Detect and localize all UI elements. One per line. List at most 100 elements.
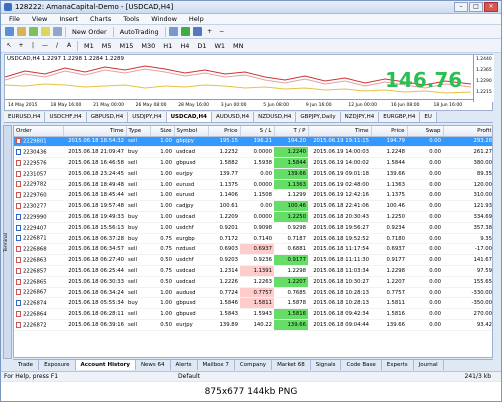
chart-tab[interactable]: NZDJPY,H4: [340, 112, 380, 122]
chart-tab[interactable]: GBPJPY,Daily: [296, 112, 341, 122]
terminal-tab[interactable]: Alerts: [171, 360, 198, 370]
table-row[interactable]: 2226871 2015.06.18 06:37:28 buy 0.75 eurgbp 0…: [14, 233, 492, 245]
terminal-tab[interactable]: Signals: [311, 360, 342, 370]
zoom-in-button[interactable]: +: [205, 27, 215, 37]
timeframe-h4[interactable]: H4: [177, 41, 192, 51]
candles-button[interactable]: [181, 27, 191, 37]
chart-tab[interactable]: EURGBP,H4: [379, 112, 421, 122]
menu-item-charts[interactable]: Charts: [84, 15, 117, 23]
table-row[interactable]: 2226865 2015.06.18 06:30:33 sell 0.50 usdcad…: [14, 276, 492, 288]
chart-tab[interactable]: NZDUSD,H4: [254, 112, 297, 122]
table-row[interactable]: 2229801 2015.06.18 18:54:32 sell 1.00 gbpjpy…: [14, 136, 492, 148]
column-header[interactable]: Symbol: [174, 126, 209, 137]
market-watch-button[interactable]: [28, 27, 38, 37]
profiles-button[interactable]: [16, 27, 26, 37]
price-chart[interactable]: USDCAD,H4 1.2297 1.2298 1.2284 1.2289 14…: [4, 54, 494, 111]
line-chart-button[interactable]: [193, 27, 203, 37]
table-row[interactable]: 2229407 2015.06.18 15:56:13 buy 1.00 usdchf 0…: [14, 222, 492, 234]
crosshair-button[interactable]: +: [16, 41, 26, 51]
chart-tab[interactable]: AUDUSD,H4: [211, 112, 255, 122]
menu-item-window[interactable]: Window: [145, 15, 183, 23]
table-row[interactable]: 2229990 2015.06.18 19:49:33 buy 1.00 usdcad 1…: [14, 211, 492, 223]
terminal-tab[interactable]: Company: [235, 360, 273, 370]
column-header[interactable]: Price: [371, 126, 408, 137]
timeframe-w1[interactable]: W1: [211, 41, 228, 51]
terminal-tab[interactable]: Exposure: [39, 360, 76, 370]
cell-symbol: usdchf: [174, 222, 208, 234]
column-header[interactable]: Profit: [443, 126, 492, 137]
table-row[interactable]: 2226867 2015.06.18 06:34:24 sell 1.00 audusd…: [14, 287, 492, 299]
horizontal-line-button[interactable]: —: [40, 41, 50, 51]
table-row[interactable]: 2226864 2015.06.18 06:28:11 sell 1.00 gbpusd…: [14, 308, 492, 321]
timeframe-m5[interactable]: M5: [99, 41, 115, 51]
terminal-tab[interactable]: Account History: [75, 360, 136, 370]
chart-tab[interactable]: EU: [420, 112, 437, 122]
terminal-tab[interactable]: Mailbox 7: [198, 360, 235, 370]
menu-item-insert[interactable]: Insert: [53, 15, 84, 23]
cell-price: 139.77: [208, 168, 240, 180]
new-chart-button[interactable]: [4, 27, 14, 37]
timeframe-m15[interactable]: M15: [117, 41, 137, 51]
maximize-button[interactable]: □: [469, 2, 483, 12]
column-header[interactable]: Time: [308, 126, 372, 137]
timeframe-m1[interactable]: M1: [81, 41, 97, 51]
timeframe-d1[interactable]: D1: [194, 41, 209, 51]
chart-tab[interactable]: USDCAD,H4: [166, 112, 212, 122]
cursor-button[interactable]: ↖: [4, 41, 14, 51]
right-scroll-panel[interactable]: [494, 54, 501, 354]
table-row[interactable]: 2229576 2015.06.18 16:46:58 sell 1.00 gbpusd…: [14, 157, 492, 169]
table-row[interactable]: 2226868 2015.06.18 06:34:57 sell 0.75 nzdusd…: [14, 243, 492, 256]
terminal-tab[interactable]: Trade: [13, 360, 40, 370]
column-header[interactable]: Price: [208, 126, 241, 137]
autotrading-button[interactable]: AutoTrading: [117, 27, 162, 37]
table-row[interactable]: 2230436 2015.06.18 21:09:47 buy 1.00 usdcad 1…: [14, 146, 492, 159]
menu-item-view[interactable]: View: [26, 15, 53, 23]
text-button[interactable]: A: [64, 41, 74, 51]
column-header[interactable]: Type: [126, 126, 151, 137]
timeframe-mn[interactable]: MN: [230, 41, 246, 51]
terminal-tab[interactable]: Journal: [414, 360, 444, 370]
terminal-tab[interactable]: Experts: [382, 360, 414, 370]
menu-item-file[interactable]: File: [3, 15, 26, 23]
cell-profit: -330.00: [443, 287, 492, 299]
table-row[interactable]: 2226872 2015.06.18 06:39:16 sell 0.50 eurjpy…: [14, 319, 492, 331]
table-row[interactable]: 2229760 2015.06.18 18:45:44 sell 1.00 eurusd…: [14, 189, 492, 202]
time-tick: 28 May 16:00: [178, 103, 210, 108]
bar-chart-button[interactable]: [169, 27, 179, 37]
table-row[interactable]: 2231057 2015.06.18 23:24:45 sell 1.00 eurjpy…: [14, 168, 492, 180]
order-id: 2226863: [23, 257, 47, 264]
column-header[interactable]: Time: [63, 126, 127, 137]
table-row[interactable]: 2230277 2015.06.18 19:57:48 sell 1.00 cadjpy…: [14, 200, 492, 213]
terminal-tab[interactable]: News 64: [136, 360, 171, 370]
trendline-button[interactable]: /: [52, 41, 62, 51]
column-header[interactable]: Swap: [407, 126, 444, 137]
column-header[interactable]: T / P: [274, 126, 309, 137]
column-header[interactable]: Order: [14, 126, 64, 137]
close-button[interactable]: ✕: [484, 2, 498, 12]
terminal-tab[interactable]: Code Base: [341, 360, 382, 370]
cell-time: 2015.06.18 19:57:48: [63, 200, 126, 213]
column-header[interactable]: S / L: [240, 126, 275, 137]
minimize-button[interactable]: –: [454, 2, 468, 12]
chart-tab[interactable]: USDCHF,H4: [45, 112, 87, 122]
cell-time: 2015.06.18 18:54:32: [63, 136, 126, 148]
table-row[interactable]: 2226863 2015.06.18 06:27:40 sell 0.50 usdchf…: [14, 254, 492, 267]
terminal-tab[interactable]: Market 68: [272, 360, 311, 370]
menu-item-help[interactable]: Help: [183, 15, 210, 23]
chart-tab[interactable]: USDJPY,H4: [128, 112, 167, 122]
timeframe-m30[interactable]: M30: [138, 41, 158, 51]
navigator-button[interactable]: [40, 27, 50, 37]
vertical-line-button[interactable]: |: [28, 41, 38, 51]
new-order-button[interactable]: New Order: [69, 27, 110, 37]
column-header[interactable]: Size: [150, 126, 175, 137]
chart-tab[interactable]: EURUSD,H4: [4, 112, 46, 122]
chart-tab[interactable]: GBPUSD,H4: [86, 112, 129, 122]
table-row[interactable]: 2229782 2015.06.18 18:49:48 sell 1.00 eurusd…: [14, 179, 492, 191]
table-row[interactable]: 2226874 2015.06.18 05:55:34 buy 1.00 gbpusd 1…: [14, 297, 492, 310]
table-row[interactable]: 2226857 2015.06.18 06:25:44 sell 0.75 usdcad…: [14, 265, 492, 277]
timeframe-h1[interactable]: H1: [160, 41, 175, 51]
terminal-button[interactable]: [52, 27, 62, 37]
menu-item-tools[interactable]: Tools: [117, 15, 145, 23]
order-id: 2229407: [23, 225, 47, 232]
zoom-out-button[interactable]: −: [217, 27, 227, 37]
